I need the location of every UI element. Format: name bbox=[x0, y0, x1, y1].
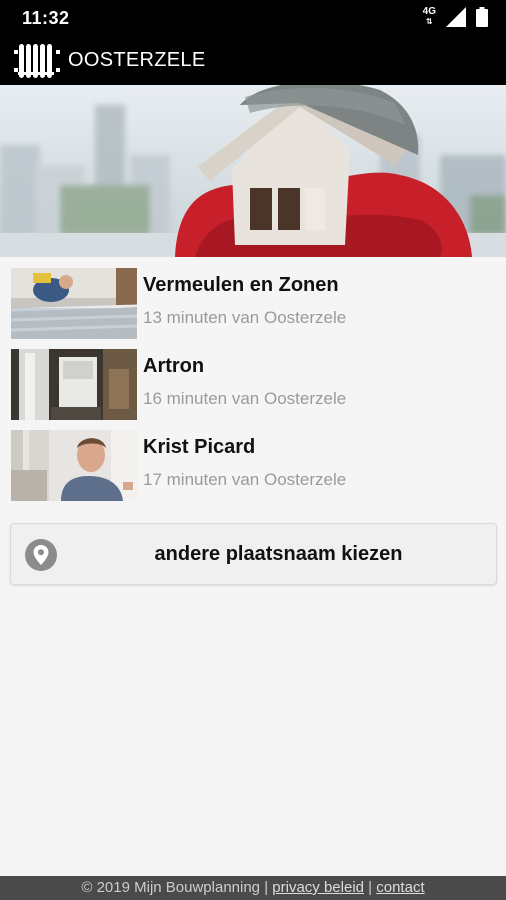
company-name: Krist Picard bbox=[143, 436, 256, 458]
radiator-logo-icon bbox=[14, 44, 60, 78]
choose-location-label: andere plaatsnaam kiezen bbox=[154, 543, 403, 565]
status-bar: 11:32 4G ⇅ bbox=[0, 0, 506, 36]
company-thumbnail bbox=[11, 349, 137, 420]
app-bar: OOSTERZELE bbox=[0, 36, 506, 85]
list-item[interactable]: Artron 16 minuten van Oosterzele bbox=[0, 343, 506, 424]
hero-image bbox=[0, 85, 506, 257]
footer-separator: | bbox=[264, 879, 269, 896]
footer: © 2019 Mijn Bouwplanning | privacy belei… bbox=[0, 876, 506, 900]
company-thumbnail bbox=[11, 430, 137, 501]
data-arrows-icon: ⇅ bbox=[425, 17, 433, 26]
status-time: 11:32 bbox=[22, 8, 70, 28]
company-distance: 16 minuten van Oosterzele bbox=[143, 389, 347, 408]
choose-location-button[interactable]: andere plaatsnaam kiezen bbox=[10, 523, 497, 585]
contact-link[interactable]: contact bbox=[376, 879, 424, 896]
copyright-text: © 2019 Mijn Bouwplanning bbox=[81, 879, 261, 896]
company-distance: 17 minuten van Oosterzele bbox=[143, 470, 347, 489]
company-list: Vermeulen en Zonen 13 minuten van Ooster… bbox=[0, 262, 506, 505]
battery-icon bbox=[476, 7, 488, 27]
company-distance: 13 minuten van Oosterzele bbox=[143, 308, 347, 327]
network-indicator: 4G ⇅ bbox=[423, 7, 436, 27]
list-item[interactable]: Vermeulen en Zonen 13 minuten van Ooster… bbox=[0, 262, 506, 343]
network-type: 4G bbox=[422, 6, 436, 17]
footer-separator: | bbox=[368, 879, 373, 896]
privacy-link[interactable]: privacy beleid bbox=[272, 879, 364, 896]
app-title: OOSTERZELE bbox=[68, 49, 206, 71]
company-name: Artron bbox=[143, 355, 205, 377]
list-item[interactable]: Krist Picard 17 minuten van Oosterzele bbox=[0, 424, 506, 505]
status-icons: 4G ⇅ bbox=[423, 7, 488, 27]
company-name: Vermeulen en Zonen bbox=[143, 274, 339, 296]
company-thumbnail bbox=[11, 268, 137, 339]
signal-icon bbox=[446, 7, 466, 27]
